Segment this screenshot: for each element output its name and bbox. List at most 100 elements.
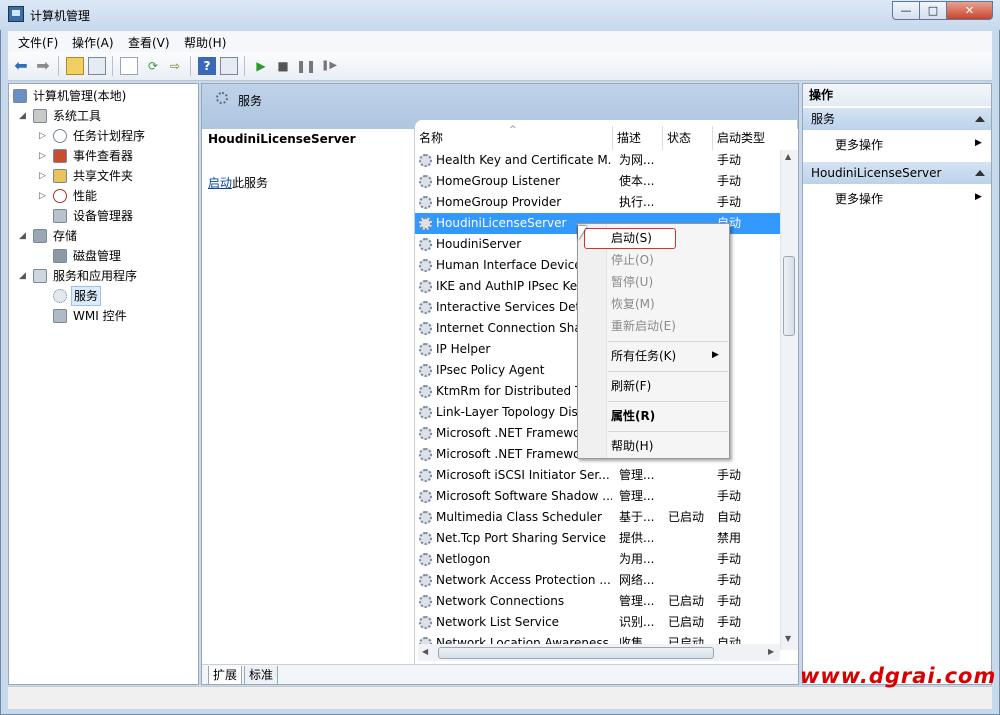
horizontal-scrollbar[interactable]: ◀ ▶ (418, 644, 780, 661)
minimize-button[interactable]: — (892, 1, 920, 20)
collapsed-arrow-icon[interactable]: ▷ (39, 186, 46, 206)
services-apps-icon (33, 269, 47, 283)
table-row[interactable]: Network List Service 识别... 已启动 手动 (415, 612, 783, 633)
tree-item-system-tools[interactable]: ◢ 系统工具 (9, 106, 198, 126)
collapsed-arrow-icon[interactable]: ▷ (39, 166, 46, 186)
actions-section-services[interactable]: 服务 (803, 108, 991, 130)
tree-item-services-and-apps[interactable]: ◢ 服务和应用程序 (9, 266, 198, 286)
context-item-resume[interactable]: 恢复(M) (611, 293, 655, 315)
play-icon[interactable]: ▶ (252, 57, 270, 75)
cell-startup-type: 手动 (717, 573, 742, 587)
tree-root[interactable]: 计算机管理(本地) (9, 86, 198, 106)
close-button[interactable]: ✕ (946, 1, 993, 20)
context-item-restart[interactable]: 重新启动(E) (611, 315, 676, 337)
context-item-properties[interactable]: 属性(R) (611, 405, 655, 427)
tree-item-event-viewer[interactable]: ▷ 事件查看器 (9, 146, 198, 166)
help-icon[interactable]: ? (198, 57, 216, 75)
refresh-icon[interactable]: ⟳ (144, 57, 162, 75)
table-row[interactable]: HomeGroup Listener 使本... 手动 (415, 171, 783, 192)
table-row[interactable]: Microsoft Software Shadow ... 管理... 手动 (415, 486, 783, 507)
tree-item-services[interactable]: 服务 (9, 286, 198, 306)
back-icon[interactable]: ⬅ (12, 57, 30, 75)
collapse-icon[interactable] (975, 116, 985, 122)
table-row[interactable]: Multimedia Class Scheduler 基于... 已启动 自动 (415, 507, 783, 528)
up-icon[interactable] (66, 57, 84, 75)
tree-item-storage[interactable]: ◢ 存储 (9, 226, 198, 246)
menu-file[interactable]: 文件(F) (18, 34, 58, 51)
vertical-scroll-thumb[interactable] (783, 256, 795, 336)
more-actions-service[interactable]: 更多操作 (835, 190, 883, 207)
forward-icon[interactable]: ➡ (34, 57, 52, 75)
cell-status: 已启动 (668, 615, 705, 629)
vertical-scrollbar[interactable]: ▲ ▼ (780, 150, 798, 650)
table-row[interactable]: Network Connections 管理... 已启动 手动 (415, 591, 783, 612)
computer-icon (13, 89, 27, 103)
table-row[interactable]: Netlogon 为用... 手动 (415, 549, 783, 570)
gear-icon (419, 511, 432, 524)
stop-icon[interactable]: ■ (274, 57, 292, 75)
cell-description: 使本... (619, 174, 655, 188)
menu-view[interactable]: 查看(V) (128, 34, 170, 51)
table-row[interactable]: Network Access Protection ... 网络... 手动 (415, 570, 783, 591)
context-item-start[interactable]: 启动(S) (611, 227, 652, 249)
actions-section-selected-service[interactable]: HoudiniLicenseServer (803, 162, 991, 184)
tree-item-disk-management[interactable]: 磁盘管理 (9, 246, 198, 266)
expanded-arrow-icon[interactable]: ◢ (19, 266, 26, 286)
scroll-left-icon[interactable]: ◀ (422, 647, 428, 656)
horizontal-scroll-thumb[interactable] (438, 647, 714, 659)
collapsed-arrow-icon[interactable]: ▷ (39, 126, 46, 146)
column-header-description[interactable]: 描述 (613, 126, 663, 150)
column-header-startup-type[interactable]: 启动类型 (713, 126, 783, 150)
context-item-pause[interactable]: 暂停(U) (611, 271, 653, 293)
context-item-stop[interactable]: 停止(O) (611, 249, 654, 271)
collapse-icon[interactable] (975, 170, 985, 176)
collapsed-arrow-icon[interactable]: ▷ (39, 146, 46, 166)
tree-item-wmi[interactable]: WMI 控件 (9, 306, 198, 326)
show-hide-action-icon[interactable] (220, 57, 238, 75)
properties-icon[interactable] (120, 57, 138, 75)
start-service-link[interactable]: 启动 (208, 176, 232, 190)
tree-item-shared-folders[interactable]: ▷ 共享文件夹 (9, 166, 198, 186)
title-bar[interactable]: 计算机管理 — □ ✕ (0, 0, 1000, 30)
menu-action[interactable]: 操作(A) (72, 34, 114, 51)
more-actions-services[interactable]: 更多操作 (835, 136, 883, 153)
tree-item-device-manager[interactable]: 设备管理器 (9, 206, 198, 226)
scroll-down-icon[interactable]: ▼ (785, 634, 791, 643)
context-separator (608, 431, 728, 432)
context-item-refresh[interactable]: 刷新(F) (611, 375, 651, 397)
mouse-cursor-icon (578, 226, 587, 240)
context-item-all-tasks[interactable]: 所有任务(K) (611, 345, 676, 367)
gear-icon (419, 364, 432, 377)
scroll-up-icon[interactable]: ▲ (785, 152, 791, 161)
gear-icon (419, 154, 432, 167)
tab-standard[interactable]: 标准 (244, 666, 279, 684)
shared-folder-icon (53, 169, 67, 183)
maximize-button[interactable]: □ (919, 1, 947, 20)
table-row[interactable]: Microsoft iSCSI Initiator Ser... 管理... 手动 (415, 465, 783, 486)
tree-item-performance[interactable]: ▷ 性能 (9, 186, 198, 206)
table-row[interactable]: Health Key and Certificate M... 为网... 手动 (415, 150, 783, 171)
tree-item-label: 磁盘管理 (73, 249, 122, 263)
column-header-status[interactable]: 状态 (663, 126, 713, 150)
context-item-help[interactable]: 帮助(H) (611, 435, 653, 457)
tab-extended[interactable]: 扩展 (208, 666, 243, 684)
cell-description: 识别... (619, 615, 655, 629)
gear-icon (419, 280, 432, 293)
export-icon[interactable]: ⇨ (166, 57, 184, 75)
cell-description: 管理... (619, 489, 655, 503)
menu-bar: 文件(F) 操作(A) 查看(V) 帮助(H) (8, 31, 992, 52)
column-header-name[interactable]: 名称 ^ (415, 125, 613, 150)
pause-icon[interactable]: ❚❚ (296, 57, 316, 75)
expanded-arrow-icon[interactable]: ◢ (19, 226, 26, 246)
table-row[interactable]: HomeGroup Provider 执行... 手动 (415, 192, 783, 213)
restart-icon[interactable]: ❚▶ (320, 57, 338, 75)
gear-icon (419, 406, 432, 419)
expanded-arrow-icon[interactable]: ◢ (19, 106, 26, 126)
tree-item-task-scheduler[interactable]: ▷ 任务计划程序 (9, 126, 198, 146)
show-hide-tree-icon[interactable] (88, 57, 106, 75)
table-row[interactable]: Net.Tcp Port Sharing Service 提供... 禁用 (415, 528, 783, 549)
menu-help[interactable]: 帮助(H) (184, 34, 226, 51)
services-header-title: 服务 (238, 94, 263, 108)
scroll-right-icon[interactable]: ▶ (768, 647, 774, 656)
start-service-text: 启动此服务 (208, 174, 268, 191)
